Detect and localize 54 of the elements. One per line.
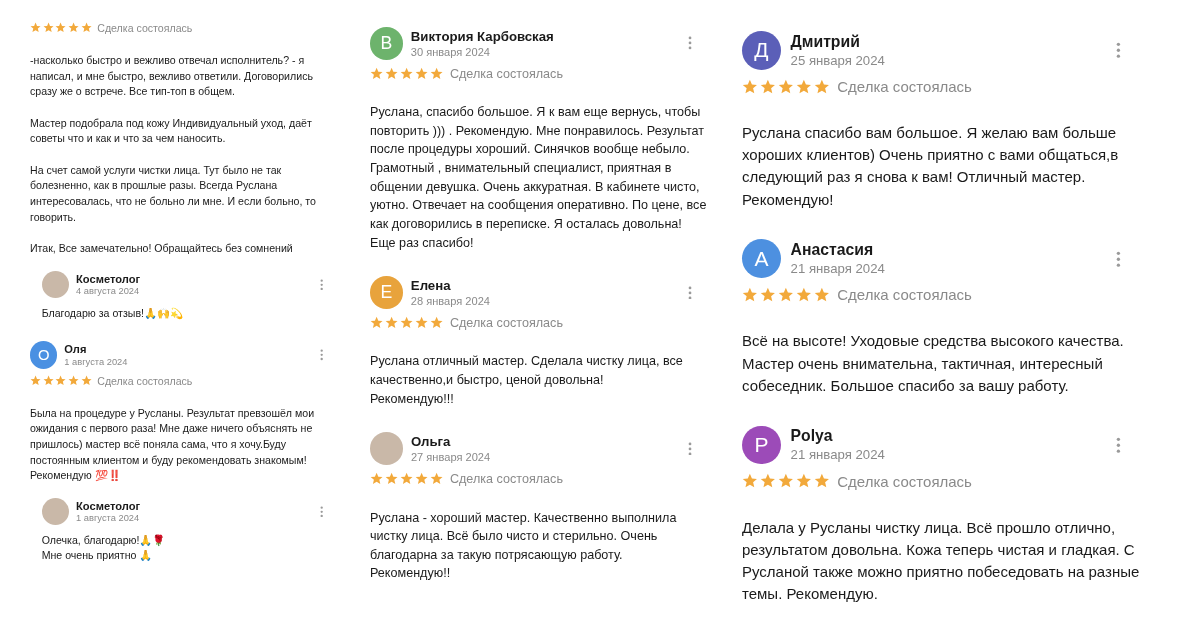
letter-avatar: А (742, 239, 781, 279)
deal-status: Сделка состоялась (97, 22, 193, 34)
deal-status: Сделка состоялась (449, 66, 563, 81)
author-name: Косметолог (76, 499, 142, 512)
review-date: 27 января 2024 (410, 450, 492, 463)
reply-text: Олечка, благодарю!🙏🌹 Мне очень приятно 🙏 (41, 532, 167, 564)
letter-avatar: О (30, 341, 58, 369)
more-menu-icon[interactable] (319, 349, 324, 361)
deal-status: Сделка состоялась (837, 472, 972, 490)
more-menu-icon[interactable] (688, 285, 693, 300)
review-date: 21 января 2024 (790, 261, 886, 277)
author-name: Виктория Карбовская (410, 29, 555, 44)
deal-status: Сделка состоялась (449, 315, 563, 330)
deal-status: Сделка состоялась (449, 471, 563, 486)
review-date: 28 января 2024 (410, 294, 491, 307)
letter-avatar: Д (742, 31, 781, 70)
more-menu-icon[interactable] (688, 441, 693, 456)
author-name: Ольга (410, 434, 452, 450)
reply-text: Благодарю за отзыв!🙏🙌💫 (41, 305, 184, 322)
more-menu-icon[interactable] (1116, 42, 1121, 59)
letter-avatar: P (742, 425, 781, 465)
more-menu-icon[interactable] (688, 36, 693, 51)
more-menu-icon[interactable] (1116, 250, 1121, 267)
review-date: 30 января 2024 (410, 45, 491, 58)
review-text: Руслана, спасибо большое. Я к вам еще вернусь, чтобы повторить ))) . Рекомендую. Мне понравилось. Результат после процедуры хороший. Синячков вообще небыло. Грамотный , внимательный специалист, приятная в общении девушка. Очень аккуратная. В кабинете чисто, уютно. Отвечает на сообщения оперативно. По цене, все как договорились в переписке. Я осталась довольна! Еще раз спасибо! (370, 104, 708, 252)
review-text: Руслана отличный мастер. Сделала чистку лица, все качественно,и быстро, ценой довольна! Рекомендую!!! (370, 353, 684, 408)
review-text: Руслана - хороший мастер. Качественно выполнила чистку лица. Всё было чисто и стерильно. Очень благодарна за такую потрясающую работу. Рекомендую!! (370, 509, 678, 583)
review-date: 1 августа 2024 (76, 513, 141, 524)
review-text: Руслана спасибо вам большое. Я желаю вам больше хороших клиентов) Очень приятно с вами общаться,в следующий раз я снова к вам! Отличный мастер. Рекомендую! (742, 123, 1120, 210)
review-date: 21 января 2024 (790, 447, 886, 463)
review-text: Всё на высоте! Уходовые средства высокого качества. Мастер очень внимательна, тактичная, интересный собеседник. Большое спасибо за вашу работу. (742, 331, 1125, 396)
review-date: 25 января 2024 (790, 52, 886, 68)
avatar-photo-placeholder (41, 497, 70, 526)
author-name: Анастасия (790, 241, 875, 260)
author-name: Оля (64, 343, 88, 356)
more-menu-icon[interactable] (1116, 436, 1121, 454)
deal-status: Сделка состоялась (97, 374, 193, 387)
review-date: 4 августа 2024 (76, 286, 141, 297)
review-text: Была на процедуре у Русланы. Результат превзошёл мои ожидания с первого раза! Мне даже ничего объяснять не пришлось) мастер всё поняла сама, что я хочу.Буду постоянным клиентом и буду рекомендовать знакомым! Рекомендую 💯‼ (30, 405, 316, 484)
review-date: 1 августа 2024 (64, 356, 129, 367)
avatar-photo-placeholder (41, 270, 70, 299)
deal-status: Сделка состоялась (837, 286, 972, 304)
review-text: Делала у Русланы чистку лица. Всё прошло отлично, результатом довольна. Кожа теперь чистая и гладкая. С Русланой также можно приятно побеседовать на разные темы. Рекомендую. (742, 517, 1141, 605)
avatar-photo-placeholder (370, 432, 403, 465)
more-menu-icon[interactable] (319, 505, 324, 518)
author-name: Дмитрий (790, 32, 861, 51)
letter-avatar: В (370, 27, 403, 60)
author-name: Polya (790, 427, 834, 446)
more-menu-icon[interactable] (319, 278, 324, 291)
deal-status: Сделка состоялась (837, 78, 972, 96)
author-name: Елена (410, 278, 452, 294)
review-text: -насколько быстро и вежливо отвечал исполнитель? - я написал, и мне быстро, вежливо ответили. Договорились сразу же о встрече. Все тип-топ в общем. Мастер подобрала под кожу Индивидуальный уход, даёт советы что и как и что за чем наносить. На счет самой услуги чистки лица. Тут было не так болезненно, как в прошлые разы. Всегда Руслана интересовалась, что не больно ли мне. И если больно, то говорить. Итак, Все замечательно! Обращайтесь без сомнений (30, 53, 317, 257)
author-name: Косметолог (76, 272, 142, 285)
letter-avatar: Е (370, 276, 403, 309)
